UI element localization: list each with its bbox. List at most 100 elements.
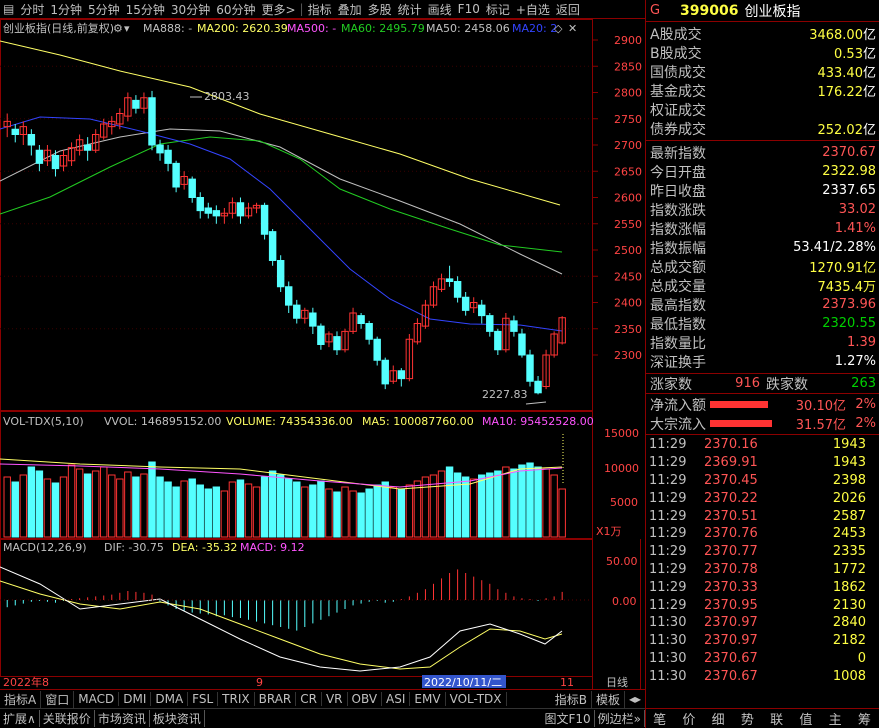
obv-tab[interactable]: OBV [348,692,383,706]
tick-time: 11:29 [649,508,687,524]
dmi-tab[interactable]: DMI [119,692,152,706]
tool-statistics-button[interactable]: 统计 [395,1,425,18]
stat-row-value: 2337.65 [822,183,876,198]
period-tab-1min[interactable]: 1分钟 [47,1,85,18]
tool-multi-stock-button[interactable]: 多股 [365,1,395,18]
candle-body [51,155,60,170]
period-tab-30min[interactable]: 30分钟 [168,1,213,18]
volume-bar [188,478,196,538]
period-tab-5min[interactable]: 5分钟 [85,1,123,18]
candle-body [373,338,381,361]
period-daily-label[interactable]: 日线 [606,675,628,689]
macd-tab[interactable]: MACD [74,692,120,706]
tick-time: 11:30 [649,668,687,684]
tab-trend[interactable]: 势 [741,709,754,728]
candle-body [357,315,365,324]
volume-row-unit: 亿 [862,66,876,81]
volume-bar [268,470,277,538]
tab-trades[interactable]: 笔 [653,709,666,728]
ma50-legend: MA50: 2458.06 [426,22,510,35]
volume-bar [260,476,269,538]
vr-tab[interactable]: VR [322,692,348,706]
period-tab-60min[interactable]: 60分钟 [213,1,258,18]
volume-bar [3,476,11,538]
volume-row-value: 3468.00 [809,28,863,43]
volume-row-label: A股成交 [650,26,702,43]
tick-price: 2370.97 [704,633,758,649]
candle-body [453,281,462,298]
tab-related[interactable]: 联 [770,709,783,728]
kline-chart-area[interactable]: 创业板指(日线,前复权) ⚙ ▾ MA888: - MA200: 2620.39… [0,19,645,689]
stat-row-label: 昨日收盘 [650,183,706,200]
legend-collapse-icon[interactable]: ◇ [554,22,563,35]
candle-body [236,202,245,217]
y-tick-label: 2700 [614,139,642,152]
tab-value[interactable]: 值 [799,709,812,728]
tool-draw-line-button[interactable]: 画线 [425,1,455,18]
volume-bar [67,464,76,538]
tab-scroll-icon[interactable]: ◂▸ [625,692,645,706]
period-tab-timeshare[interactable]: 分时 [17,1,47,18]
period-tab-more[interactable]: 更多> [258,1,298,18]
asi-tab[interactable]: ASI [382,692,411,706]
vol-tdx-tab[interactable]: VOL-TDX [446,692,507,706]
tool-overlay-button[interactable]: 叠加 [335,1,365,18]
volume-row-label: 基金成交 [650,83,706,100]
emv-tab[interactable]: EMV [410,692,446,706]
tool-add-watchlist-button[interactable]: +自选 [513,1,553,18]
volume-bar [164,481,172,538]
period-tab-15min[interactable]: 15分钟 [123,1,168,18]
volume-bar [285,478,293,538]
volume-bar [11,481,19,538]
market-volume-list: A股成交 3468.00亿 B股成交 0.53亿 国债成交 433.40亿 基金成交 176.… [646,22,879,141]
legend-close-icon[interactable]: ✕ [568,22,577,35]
dma-tab[interactable]: DMA [151,692,189,706]
tab-detail[interactable]: 细 [712,709,725,728]
expand-tab[interactable]: 扩展∧ [0,710,40,727]
brar-tab[interactable]: BRAR [255,692,297,706]
volume-bar [502,466,510,538]
macd-histogram [0,566,592,672]
indicator-b-tab[interactable]: 指标B [551,690,592,708]
tab-price[interactable]: 价 [682,709,695,728]
related-quote-tab[interactable]: 关联报价 [40,710,95,727]
sidebar-toggle-button[interactable]: 例边栏» [595,710,645,727]
graphic-f10-button[interactable]: 图文F10 [541,710,595,727]
tick-price: 2369.91 [704,455,758,471]
market-news-tab[interactable]: 市场资讯 [95,710,150,727]
trix-tab[interactable]: TRIX [218,692,255,706]
cr-tab[interactable]: CR [296,692,322,706]
chart-dropdown-icon[interactable]: ▾ [124,22,130,35]
tool-f10-button[interactable]: F10 [455,2,483,16]
indicator-a-tab[interactable]: 指标A [0,690,42,708]
window-tab[interactable]: 窗口 [41,690,75,708]
chart-settings-icon[interactable]: ⚙ [113,22,123,35]
stat-row-label: 最高指数 [650,297,706,314]
tool-mark-button[interactable]: 标记 [483,1,513,18]
y-tick-label: 2350 [614,323,642,336]
fsl-tab[interactable]: FSL [188,692,219,706]
tool-indicator-button[interactable]: 指标 [305,1,335,18]
tick-time: 11:30 [649,615,687,631]
volume-row-value-wrap: 176.22亿 [817,81,876,100]
template-tab[interactable]: 模板 [592,690,625,708]
toolbar-home-icon[interactable]: ▤ [0,2,17,16]
rise-count-label: 涨家数 [650,376,692,393]
candle-body [397,370,406,380]
volume-bar [196,484,204,538]
tab-chips[interactable]: 筹 [858,709,871,728]
tool-back-button[interactable]: 返回 [553,1,583,18]
volume-bar [381,481,389,538]
tab-main[interactable]: 主 [829,709,842,728]
ma60-line [0,136,563,253]
sector-news-tab[interactable]: 板块资讯 [150,710,205,727]
stat-row-value: 2322.98 [822,164,876,179]
volume-bar [132,476,140,538]
tick-price: 2370.97 [704,615,758,631]
tick-volume: 0 [857,650,866,666]
tick-price: 2370.67 [704,668,758,684]
stat-row-value: 1.27% [834,354,876,369]
volume-bar [518,464,526,538]
tick-detail-list[interactable]: 11:29 2370.16 1943 11:29 2369.91 1943 11:29 237… [646,435,879,685]
tick-volume: 2335 [832,544,866,560]
